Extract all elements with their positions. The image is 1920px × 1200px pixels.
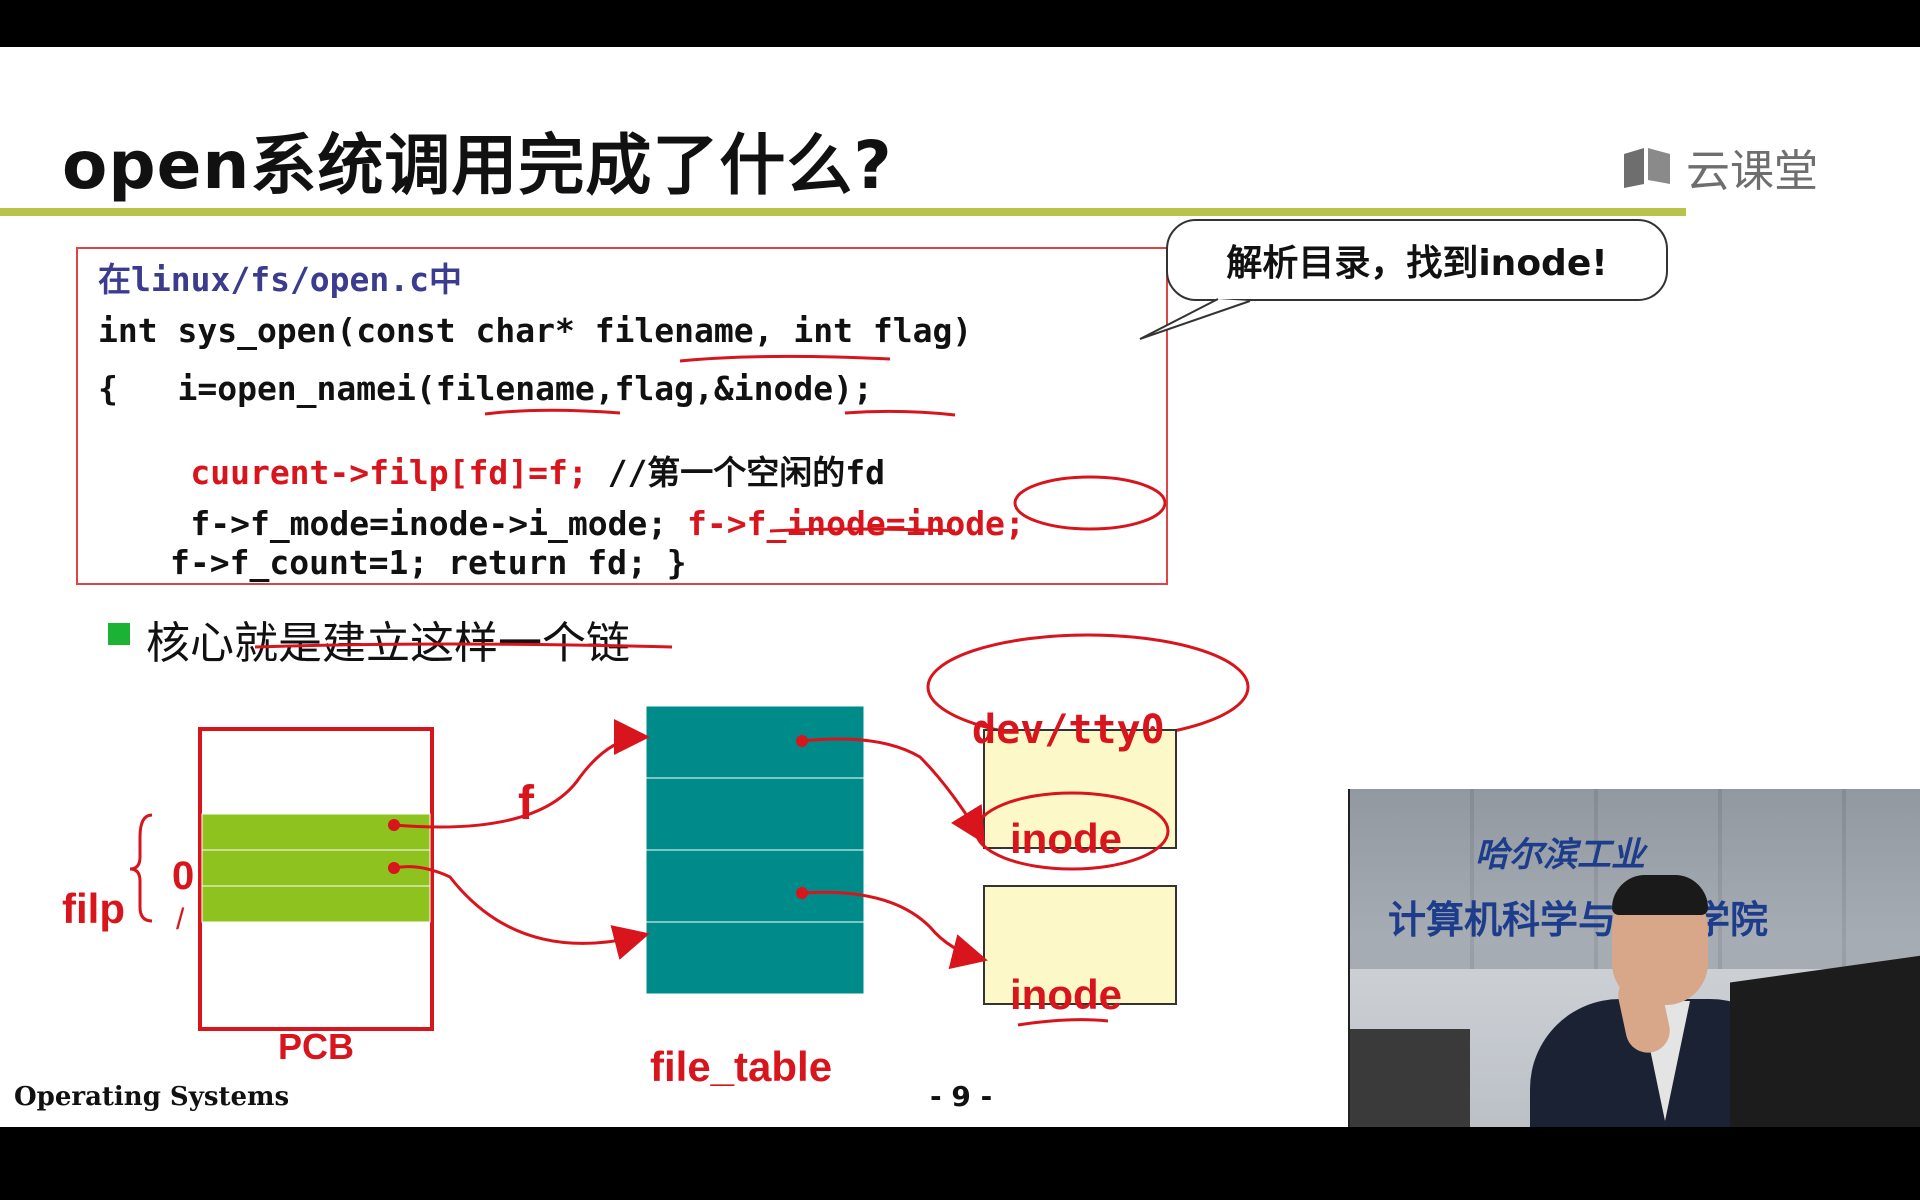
filp-slot-2	[201, 885, 431, 923]
lecturer-video: 哈尔滨工业 计算机科学与技术学院	[1348, 789, 1920, 1127]
filp-index-1: /	[176, 903, 185, 936]
file-table-row-1	[645, 705, 865, 779]
filp-brace	[129, 813, 153, 923]
inode-label-2: inode	[1010, 971, 1122, 1018]
f-label: f	[518, 777, 535, 830]
underline-namei-filename	[484, 408, 621, 416]
underline-f-inode	[769, 527, 956, 533]
filp-index-0: 0	[172, 854, 194, 898]
video-monitor-left	[1350, 1029, 1470, 1127]
circle-inode	[1013, 475, 1167, 531]
dev-tty0-label: dev/tty0	[972, 707, 1165, 753]
file-table-label: file_table	[650, 1043, 832, 1090]
video-sign-line1: 哈尔滨工业	[1475, 835, 1645, 875]
file-table-row-4	[645, 921, 865, 995]
footer-page-number: - 9 -	[930, 1080, 993, 1113]
video-monitor-right	[1730, 955, 1920, 1127]
file-table-row-2	[645, 777, 865, 851]
underline-inode-2	[1017, 1018, 1109, 1027]
file-table-row-3	[645, 849, 865, 923]
video-sign-line2: 计算机科学与技术学院	[1388, 898, 1769, 942]
lecturer-hair	[1612, 875, 1708, 915]
underline-filename	[679, 354, 891, 363]
underline-bullet	[254, 642, 673, 649]
filp-label: filp	[62, 885, 125, 932]
pcb-label: PCB	[278, 1026, 354, 1067]
callout-tail	[1139, 298, 1251, 340]
inode-label-1: inode	[1010, 815, 1122, 862]
footer-course: Operating Systems	[14, 1082, 290, 1112]
underline-namei-inode	[844, 409, 956, 417]
slide: open系统调用完成了什么? 云课堂 在linux/fs/open.c中 int…	[0, 47, 1920, 1127]
